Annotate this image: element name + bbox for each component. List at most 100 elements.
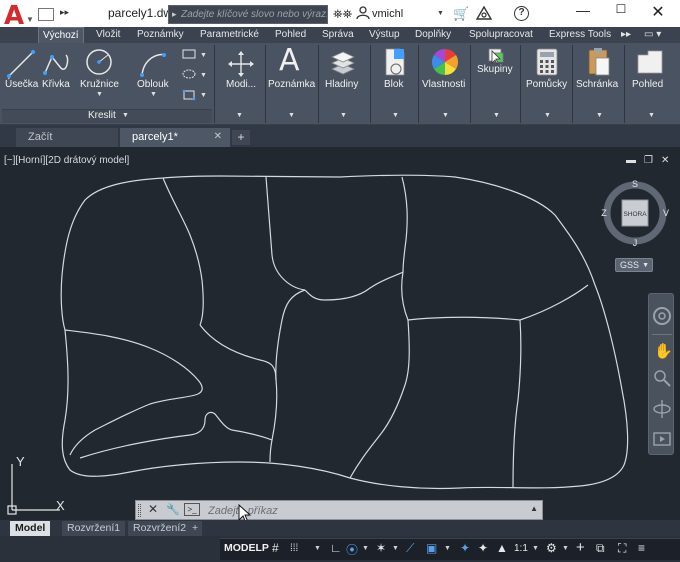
compass-south-label[interactable]: J <box>633 238 638 248</box>
chevron-down-icon[interactable]: ▼ <box>392 112 399 119</box>
circle-button[interactable]: Kružnice <box>80 79 119 90</box>
hatch-icon[interactable] <box>182 89 196 101</box>
properties-color-wheel-icon[interactable] <box>430 47 460 77</box>
ribbon-minimize-icon[interactable]: ▭ ▾ <box>640 27 665 43</box>
clipboard-icon[interactable] <box>586 46 612 78</box>
modify-button[interactable]: Modi... <box>226 79 256 90</box>
draw-panel-title[interactable]: Kreslit <box>88 110 116 121</box>
chevron-down-icon[interactable]: ▼ <box>122 112 129 119</box>
search-input[interactable] <box>181 7 327 22</box>
utilities-button[interactable]: Pomůcky <box>526 79 567 90</box>
showmotion-icon[interactable] <box>653 430 671 448</box>
groups-button[interactable]: Skupiny <box>477 64 513 75</box>
ellipse-icon[interactable] <box>182 69 196 79</box>
chevron-down-icon[interactable]: ▼ <box>288 112 295 119</box>
ucs-menu-button[interactable]: GSS ▼ <box>615 258 653 272</box>
viewcube-face-label[interactable]: SHORA <box>623 211 647 218</box>
arc-button[interactable]: Oblouk <box>137 79 169 90</box>
app-menu-button[interactable]: A ▼ <box>2 1 34 31</box>
orbit-icon[interactable] <box>652 398 672 420</box>
chevron-up-icon[interactable]: ▲ <box>530 504 538 513</box>
user-name[interactable]: vmichl <box>372 8 403 20</box>
hamburger-menu-icon[interactable]: ≡ <box>638 541 645 555</box>
chevron-down-icon[interactable]: ▼ <box>392 545 399 552</box>
arc-icon[interactable] <box>138 49 168 79</box>
polyline-icon[interactable] <box>42 49 72 79</box>
chevron-down-icon[interactable]: ▼ <box>562 545 569 552</box>
tab-layout2[interactable]: Rozvržení2 <box>128 521 192 536</box>
tab-vychozi[interactable]: Výchozí <box>38 27 84 43</box>
tab-pohled[interactable]: Pohled <box>271 27 310 43</box>
compass-west-label[interactable]: Z <box>601 208 607 218</box>
chevron-down-icon[interactable]: ▼ <box>200 92 207 99</box>
grid-icon[interactable]: # <box>272 541 279 555</box>
compass-east-label[interactable]: V <box>663 208 669 218</box>
chevron-down-icon[interactable]: ▼ <box>200 72 207 79</box>
view-icon[interactable] <box>636 49 664 75</box>
chevron-down-icon[interactable]: ▼ <box>648 112 655 119</box>
command-prompt-icon[interactable]: >_ <box>184 503 200 516</box>
binoculars-icon[interactable]: ⛯⛯ <box>333 7 352 22</box>
text-icon[interactable]: A <box>279 43 300 78</box>
compass-north-label[interactable]: S <box>632 179 638 189</box>
viewcube[interactable]: SHORA S J Z V <box>600 178 670 248</box>
fullscreen-icon[interactable]: ⛶ <box>618 541 626 556</box>
circle-icon[interactable] <box>84 47 114 77</box>
exchange-apps-icon[interactable] <box>476 6 492 20</box>
chevron-down-icon[interactable]: ▼ <box>532 545 539 552</box>
pan-icon[interactable]: ✋ <box>654 342 673 360</box>
workspace-gear-icon[interactable]: ⚙ <box>546 541 557 555</box>
add-icon[interactable]: + <box>576 539 585 556</box>
help-icon[interactable]: ? <box>514 6 529 21</box>
calculator-icon[interactable] <box>535 47 559 77</box>
isodraft-icon[interactable]: ✶ <box>376 541 386 555</box>
chevron-down-icon[interactable]: ▼ <box>493 112 500 119</box>
tab-start[interactable]: Začít <box>16 128 118 147</box>
chevron-down-icon[interactable]: ▼ <box>200 52 207 59</box>
properties-button[interactable]: Vlastnosti <box>422 79 465 90</box>
chevron-down-icon[interactable]: ▼ <box>444 545 451 552</box>
isolate-objects-icon[interactable]: ⧉ <box>596 541 605 556</box>
cart-icon[interactable]: 🛒 <box>453 6 469 22</box>
ribbon-more-icon[interactable]: ▸▸ <box>617 27 635 43</box>
annotation-visibility-icon[interactable]: ✦ <box>460 541 470 555</box>
tab-express-tools[interactable]: Express Tools <box>545 27 615 43</box>
viewport-close-icon[interactable]: ✕ <box>661 155 669 166</box>
auto-scale-icon[interactable]: ✦ <box>478 541 488 555</box>
viewport-restore-icon[interactable]: ❐ <box>644 155 653 166</box>
chevron-down-icon[interactable]: ▼ <box>236 112 243 119</box>
chevron-down-icon[interactable]: ▼ <box>340 112 347 119</box>
tab-sprava[interactable]: Správa <box>318 27 358 43</box>
chevron-down-icon[interactable]: ▼ <box>544 112 551 119</box>
model-space-button[interactable]: MODELP <box>224 542 269 554</box>
tab-layout1[interactable]: Rozvržení1 <box>62 521 126 536</box>
view-button[interactable]: Pohled <box>632 79 663 90</box>
rectangle-icon[interactable] <box>182 49 196 59</box>
steering-wheel-icon[interactable] <box>652 306 672 326</box>
close-icon[interactable]: ✕ <box>214 128 222 146</box>
chevron-down-icon[interactable]: ▼ <box>314 545 321 552</box>
annotation-button[interactable]: Poznámka <box>268 79 315 90</box>
close-button[interactable]: ✕ <box>645 2 671 24</box>
viewport-controls-label[interactable]: [−][Horní][2D drátový model] <box>4 155 129 166</box>
chevron-down-icon[interactable]: ▼ <box>96 91 103 98</box>
tab-doplnky[interactable]: Doplňky <box>411 27 455 43</box>
move-icon[interactable] <box>226 49 256 79</box>
tab-vlozit[interactable]: Vložit <box>92 27 124 43</box>
line-button[interactable]: Úsečka <box>5 79 38 90</box>
polyline-button[interactable]: Křivka <box>42 79 70 90</box>
drawing-canvas[interactable] <box>0 147 680 520</box>
block-icon[interactable] <box>380 47 410 79</box>
chevron-down-icon[interactable]: ▼ <box>150 91 157 98</box>
new-file-icon[interactable] <box>38 8 54 21</box>
tab-model[interactable]: Model <box>10 521 51 536</box>
command-input[interactable] <box>208 503 518 518</box>
wrench-icon[interactable]: 🔧 <box>166 503 180 516</box>
tab-parcely1[interactable]: parcely1* ✕ <box>120 128 230 147</box>
qat-expand-icon[interactable]: ▸▸ <box>60 7 69 18</box>
annotation-scale-icon[interactable]: ▲ <box>496 541 508 555</box>
tab-vystup[interactable]: Výstup <box>365 27 404 43</box>
object-snap-tracking-icon[interactable]: ⟋ <box>406 541 414 556</box>
user-icon[interactable] <box>356 6 370 20</box>
polar-tracking-icon[interactable]: ⦿ <box>346 541 358 558</box>
